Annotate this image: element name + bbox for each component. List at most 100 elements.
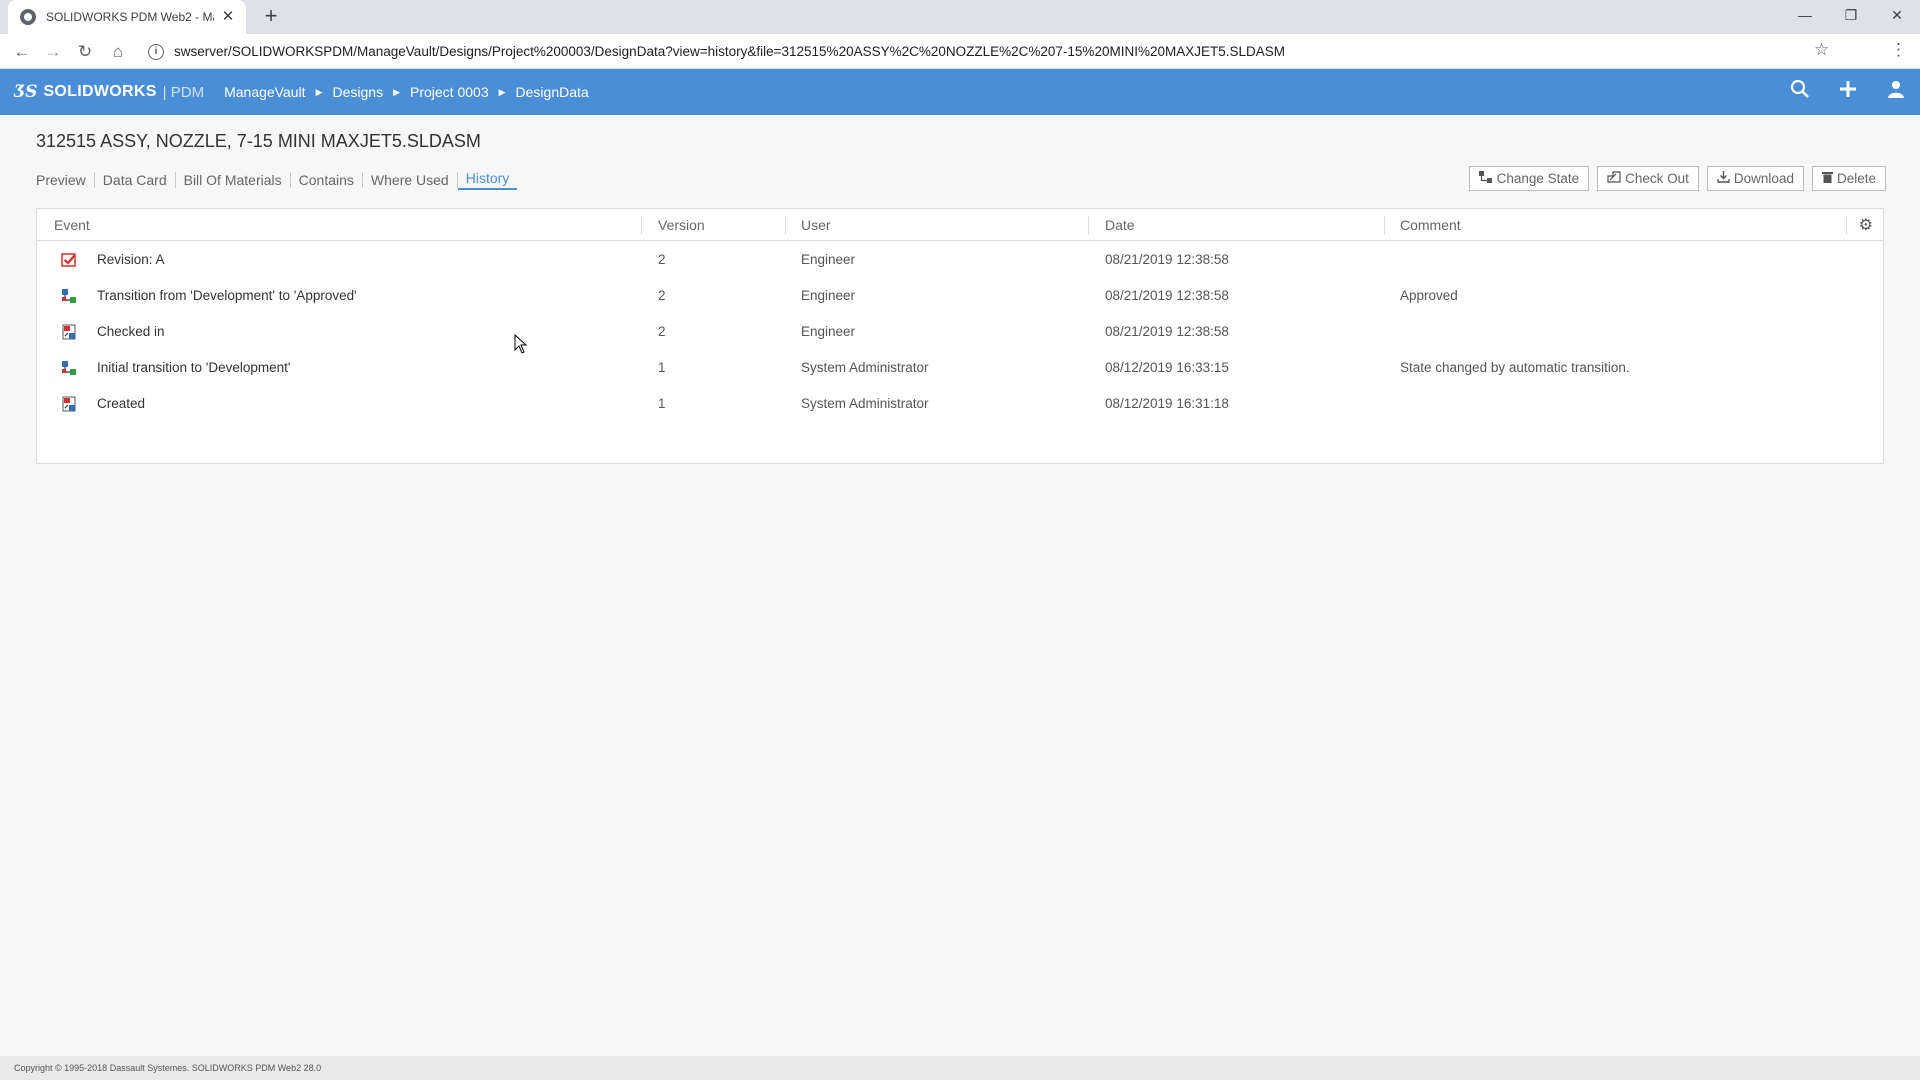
- breadcrumb-project[interactable]: Project 0003: [410, 84, 489, 100]
- table-row[interactable]: Created 1 System Administrator 08/12/201…: [37, 385, 1883, 421]
- row-version: 2: [658, 288, 666, 303]
- tab-where-used[interactable]: Where Used: [363, 172, 458, 188]
- tab-contains[interactable]: Contains: [291, 172, 363, 188]
- row-user: System Administrator: [801, 396, 929, 411]
- row-comment: State changed by automatic transition.: [1400, 360, 1630, 375]
- address-bar[interactable]: i swserver/SOLIDWORKSPDM/ManageVault/Des…: [148, 38, 1828, 65]
- search-icon[interactable]: [1776, 79, 1824, 105]
- row-version: 1: [658, 360, 666, 375]
- row-date: 08/21/2019 12:38:58: [1105, 252, 1229, 267]
- tab-data-card[interactable]: Data Card: [95, 172, 176, 188]
- app-header: ƷS SOLIDWORKS | PDM ManageVault ▶ Design…: [0, 69, 1920, 115]
- tab-bill-of-materials[interactable]: Bill Of Materials: [176, 172, 291, 188]
- breadcrumb-designs[interactable]: Designs: [332, 84, 383, 100]
- site-info-icon[interactable]: i: [148, 43, 164, 60]
- row-event: Initial transition to 'Development': [97, 360, 291, 375]
- change-state-label: Change State: [1496, 171, 1580, 186]
- tab-history[interactable]: History: [457, 170, 518, 190]
- state-transition-icon: [61, 288, 77, 304]
- document-actions: Change State Check Out Download Delete: [1468, 166, 1886, 191]
- header-actions: [1776, 69, 1920, 115]
- column-header-user[interactable]: User: [801, 217, 831, 233]
- row-comment: Approved: [1400, 288, 1458, 303]
- brand-name: SOLIDWORKS: [43, 83, 157, 100]
- new-tab-button[interactable]: +: [260, 5, 282, 28]
- user-icon[interactable]: [1872, 80, 1920, 104]
- state-transition-icon: [61, 360, 77, 376]
- change-state-icon: [1478, 171, 1493, 186]
- browser-menu-icon[interactable]: ⋮: [1890, 40, 1907, 60]
- tab-preview[interactable]: Preview: [36, 172, 95, 188]
- copyright-footer: Copyright © 1995-2018 Dassault Systemes.…: [0, 1056, 1920, 1080]
- forward-icon[interactable]: →: [41, 40, 65, 64]
- close-window-icon[interactable]: ✕: [1874, 0, 1920, 30]
- column-divider[interactable]: [785, 216, 786, 234]
- bookmark-star-icon[interactable]: ☆: [1814, 40, 1829, 60]
- column-header-date[interactable]: Date: [1105, 217, 1135, 233]
- table-row[interactable]: Initial transition to 'Development' 1 Sy…: [37, 349, 1883, 385]
- column-header-version[interactable]: Version: [658, 217, 705, 233]
- breadcrumb-arrow-icon: ▶: [393, 86, 400, 97]
- table-row[interactable]: Revision: A 2 Engineer 08/21/2019 12:38:…: [37, 241, 1883, 277]
- row-user: System Administrator: [801, 360, 929, 375]
- check-out-label: Check Out: [1625, 171, 1689, 186]
- row-user: Engineer: [801, 252, 856, 267]
- browser-toolbar: ← → ↻ ⌂ i swserver/SOLIDWORKSPDM/ManageV…: [0, 34, 1920, 69]
- row-version: 1: [658, 396, 666, 411]
- back-icon[interactable]: ←: [10, 40, 34, 64]
- restore-window-icon[interactable]: ❐: [1828, 0, 1874, 30]
- row-version: 2: [658, 252, 666, 267]
- history-table: Event Version User Date Comment ⚙ Revisi…: [36, 208, 1884, 464]
- row-version: 2: [658, 324, 666, 339]
- table-header: Event Version User Date Comment ⚙: [37, 209, 1883, 241]
- solidworks-logo[interactable]: ƷS SOLIDWORKS | PDM: [14, 82, 204, 102]
- reload-icon[interactable]: ↻: [73, 40, 97, 64]
- site-favicon-icon: [20, 9, 36, 25]
- ds-logo-icon: ƷS: [14, 82, 38, 102]
- table-row[interactable]: Checked in 2 Engineer 08/21/2019 12:38:5…: [37, 313, 1883, 349]
- breadcrumb-arrow-icon: ▶: [498, 86, 506, 97]
- delete-label: Delete: [1836, 171, 1876, 186]
- column-divider[interactable]: [1088, 216, 1089, 234]
- browser-tab[interactable]: SOLIDWORKS PDM Web2 - Man ✕: [8, 0, 246, 34]
- column-divider[interactable]: [1846, 216, 1847, 234]
- check-out-button[interactable]: Check Out: [1597, 166, 1699, 191]
- gear-icon[interactable]: ⚙: [1859, 215, 1873, 235]
- column-divider[interactable]: [1384, 216, 1385, 234]
- breadcrumb-arrow-icon: ▶: [315, 86, 323, 97]
- delete-button[interactable]: Delete: [1811, 166, 1886, 191]
- column-header-event[interactable]: Event: [54, 217, 90, 233]
- row-user: Engineer: [801, 288, 856, 303]
- row-event: Transition from 'Development' to 'Approv…: [97, 288, 357, 303]
- browser-tab-title: SOLIDWORKS PDM Web2 - Man: [46, 10, 214, 24]
- page-title: 312515 ASSY, NOZZLE, 7-15 MINI MAXJET5.S…: [36, 131, 481, 151]
- revision-icon: [61, 252, 77, 268]
- close-tab-icon[interactable]: ✕: [220, 9, 236, 25]
- download-label: Download: [1733, 171, 1794, 186]
- breadcrumb-designdata[interactable]: DesignData: [516, 84, 589, 100]
- column-header-comment[interactable]: Comment: [1400, 217, 1461, 233]
- browser-tabstrip: SOLIDWORKS PDM Web2 - Man ✕ + — ❐ ✕: [0, 0, 1920, 34]
- row-event: Revision: A: [97, 252, 165, 267]
- table-row[interactable]: Transition from 'Development' to 'Approv…: [37, 277, 1883, 313]
- change-state-button[interactable]: Change State: [1468, 166, 1590, 191]
- mouse-cursor-icon: [514, 334, 528, 354]
- home-icon[interactable]: ⌂: [106, 40, 130, 64]
- created-icon: [61, 396, 77, 412]
- row-event: Created: [97, 396, 146, 411]
- breadcrumb-managevault[interactable]: ManageVault: [224, 84, 305, 100]
- breadcrumb: ManageVault ▶ Designs ▶ Project 0003 ▶ D…: [224, 84, 589, 100]
- download-button[interactable]: Download: [1706, 166, 1804, 191]
- checked-in-icon: [61, 324, 77, 340]
- column-divider[interactable]: [641, 216, 642, 234]
- row-date: 08/21/2019 12:38:58: [1105, 324, 1229, 339]
- row-event: Checked in: [97, 324, 165, 339]
- trash-icon: [1821, 171, 1833, 186]
- row-date: 08/21/2019 12:38:58: [1105, 288, 1229, 303]
- row-date: 08/12/2019 16:33:15: [1105, 360, 1229, 375]
- add-icon[interactable]: [1824, 80, 1872, 104]
- address-url[interactable]: swserver/SOLIDWORKSPDM/ManageVault/Desig…: [174, 44, 1285, 59]
- minimize-window-icon[interactable]: —: [1782, 0, 1828, 30]
- download-icon: [1717, 171, 1730, 186]
- row-date: 08/12/2019 16:31:18: [1105, 396, 1229, 411]
